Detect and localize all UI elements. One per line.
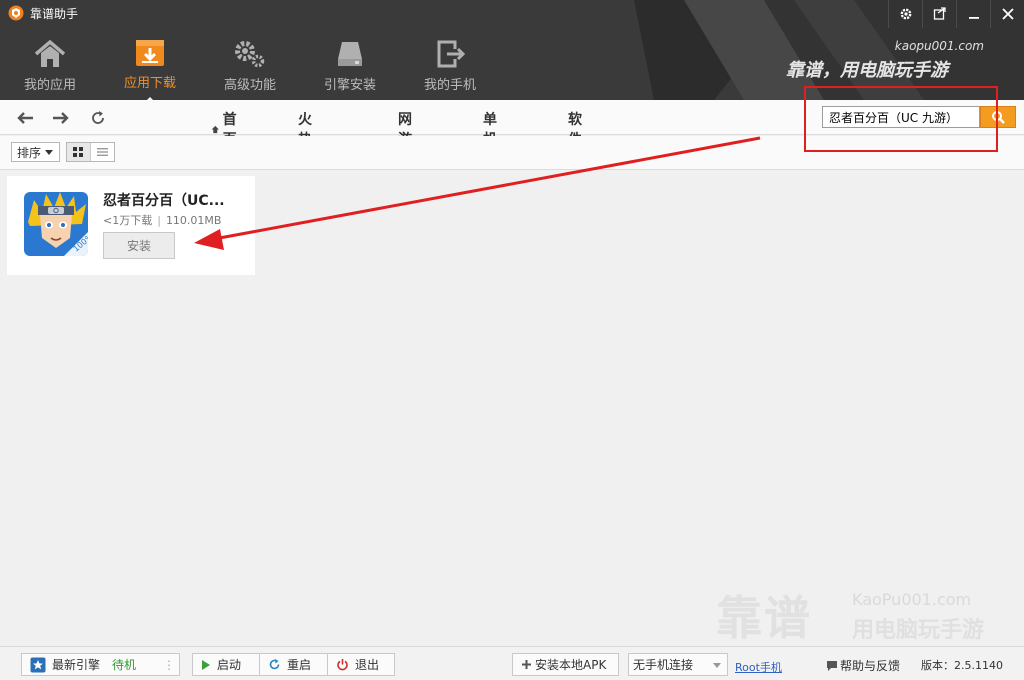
home-icon <box>34 39 66 67</box>
nav-label: 我的手机 <box>423 78 476 93</box>
restart-icon <box>269 659 280 670</box>
annotation-highlight-box <box>804 86 998 152</box>
back-button[interactable] <box>16 109 34 127</box>
nav-my-apps[interactable]: 我的应用 <box>0 34 100 100</box>
exit-button[interactable]: 退出 <box>327 653 395 676</box>
arrow-left-icon <box>17 112 33 124</box>
list-icon <box>96 148 108 156</box>
engine-label: 最新引擎 <box>52 658 101 672</box>
install-apk-label: 安装本地APK <box>535 658 607 672</box>
chevron-down-icon <box>45 149 54 155</box>
app-title: 靠谱助手 <box>30 7 79 21</box>
app-card[interactable]: 100% 忍者百分百（UC... <1万下载 | 110.01MB 安装 <box>7 176 255 275</box>
arrow-right-icon <box>53 112 69 124</box>
window-controls <box>888 0 1024 28</box>
app-meta: <1万下载 | 110.01MB <box>103 212 221 228</box>
minimize-button[interactable] <box>956 0 990 28</box>
app-icon[interactable]: 100% <box>24 192 88 256</box>
engine-status: 待机 <box>112 658 137 672</box>
title-bar: 靠谱助手 <box>0 0 1024 28</box>
nav-label: 引擎安装 <box>323 78 376 93</box>
restart-label: 重启 <box>287 658 312 672</box>
brand-slogan: 靠谱，用电脑玩手游 <box>786 60 948 81</box>
version-text: 版本：2.5.1140 <box>921 659 1003 672</box>
restore-button[interactable] <box>922 0 956 28</box>
minimize-icon <box>968 17 979 19</box>
app-header: 靠谱助手 我的应用 应用下载 高级功能 引擎安装 我的手机 kaopu001.c… <box>0 0 1024 100</box>
app-name[interactable]: 忍者百分百（UC... <box>103 190 243 210</box>
gear-icon <box>900 8 911 20</box>
start-button[interactable]: 启动 <box>192 653 260 676</box>
gears-icon <box>235 41 265 68</box>
nav-advanced[interactable]: 高级功能 <box>200 34 300 100</box>
download-count: <1万下载 <box>103 214 153 227</box>
results-area: 100% 忍者百分百（UC... <1万下载 | 110.01MB 安装 靠谱 Ka… <box>0 171 1024 646</box>
refresh-icon <box>92 111 104 124</box>
grid-icon <box>73 147 84 157</box>
phone-select-value: 无手机连接 <box>633 658 694 672</box>
sort-dropdown[interactable]: 排序 <box>11 142 60 162</box>
root-phone-link[interactable]: Root手机 <box>735 659 782 675</box>
forward-button[interactable] <box>52 109 70 127</box>
nav-my-phone[interactable]: 我的手机 <box>400 34 500 100</box>
view-toggle <box>66 142 115 162</box>
help-label: 帮助与反馈 <box>840 659 901 673</box>
grid-view-button[interactable] <box>67 143 91 161</box>
meta-separator: | <box>157 214 161 227</box>
install-button[interactable]: 安装 <box>103 232 175 259</box>
home-small-icon <box>211 125 219 133</box>
nav-label: 应用下载 <box>123 76 176 91</box>
brand-url: kaopu001.com <box>894 39 984 53</box>
watermark-url: KaoPu001.com <box>852 590 972 609</box>
list-view-button[interactable] <box>91 143 114 161</box>
phone-export-icon <box>437 40 465 68</box>
settings-button[interactable] <box>888 0 922 28</box>
watermark: 靠谱 KaoPu001.com 用电脑玩手游 <box>716 582 1016 645</box>
engine-star-icon <box>30 657 46 672</box>
chat-icon <box>827 660 837 671</box>
engine-status-panel[interactable]: 最新引擎 待机 ⋮ <box>21 653 180 676</box>
watermark-logo: 靠谱 <box>716 591 812 645</box>
more-dots-icon[interactable]: ⋮ <box>163 658 175 672</box>
watermark-slogan: 用电脑玩手游 <box>852 618 985 643</box>
plus-icon <box>522 660 531 669</box>
sort-label: 排序 <box>17 145 42 160</box>
download-box-icon <box>136 40 164 66</box>
app-size: 110.01MB <box>165 214 222 227</box>
app-logo-icon <box>8 5 24 21</box>
exit-label: 退出 <box>355 658 380 672</box>
ninja-avatar-icon: 100% <box>24 192 88 256</box>
nav-label: 高级功能 <box>223 78 276 93</box>
status-bar: 最新引擎 待机 ⋮ 启动 重启 退出 安装本地APK 无手机连接 Root手机 … <box>0 646 1024 680</box>
start-label: 启动 <box>217 658 242 672</box>
restore-icon <box>933 7 946 20</box>
chevron-down-icon <box>713 663 721 668</box>
nav-label: 我的应用 <box>23 78 76 93</box>
close-button[interactable] <box>990 0 1024 28</box>
close-icon <box>1001 8 1014 20</box>
help-feedback-link[interactable]: 帮助与反馈 <box>826 657 900 674</box>
refresh-button[interactable] <box>89 109 107 127</box>
play-icon <box>202 659 210 670</box>
power-icon <box>337 659 348 671</box>
main-nav: 我的应用 应用下载 高级功能 引擎安装 我的手机 <box>0 34 500 100</box>
nav-app-download[interactable]: 应用下载 <box>100 34 200 100</box>
install-local-apk-button[interactable]: 安装本地APK <box>512 653 619 676</box>
phone-select[interactable]: 无手机连接 <box>628 653 728 676</box>
nav-engine-install[interactable]: 引擎安装 <box>300 34 400 100</box>
restart-button[interactable]: 重启 <box>259 653 328 676</box>
drive-icon <box>338 42 362 66</box>
